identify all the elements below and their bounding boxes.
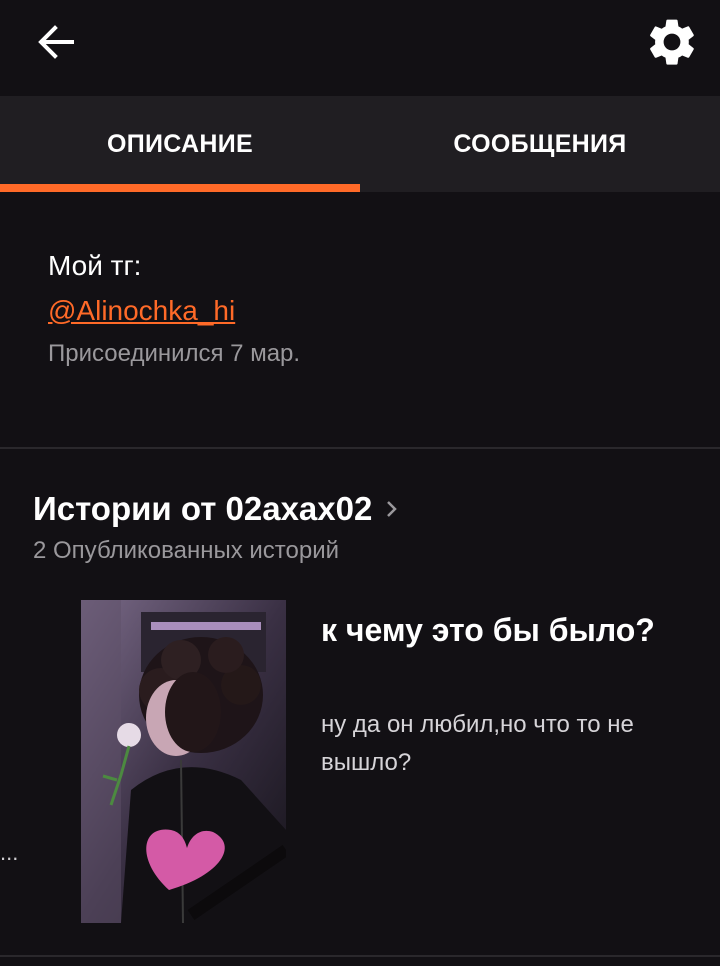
profile-page: ОПИСАНИЕ СООБЩЕНИЯ Мой тг: @Alinochka_hi… [0, 0, 720, 966]
bio-link[interactable]: @Alinochka_hi [48, 295, 235, 327]
tab-description[interactable]: ОПИСАНИЕ [0, 96, 360, 192]
bio-text: Мой тг: [48, 250, 142, 281]
story-title: к чему это бы было? [321, 612, 655, 648]
gear-icon [650, 19, 694, 65]
story-card[interactable]: ... к чему это бы было? ну да он любил,н… [0, 600, 720, 925]
about-section: Мой тг: @Alinochka_hi Присоединился 7 ма… [0, 192, 720, 447]
stories-count: 2 Опубликованных историй [33, 537, 340, 564]
chevron-right-icon [387, 501, 398, 517]
tab-bar: ОПИСАНИЕ СООБЩЕНИЯ [0, 96, 720, 192]
joined-date: Присоединился 7 мар. [48, 340, 301, 367]
previous-story-ellipsis: ... [0, 840, 19, 865]
arrow-left-icon [38, 25, 74, 59]
back-button[interactable] [30, 16, 82, 68]
bottom-divider [0, 955, 720, 957]
tab-messages[interactable]: СООБЩЕНИЯ [360, 96, 720, 192]
settings-button[interactable] [644, 14, 700, 70]
stories-header-link[interactable]: Истории от 02axax02 [33, 487, 400, 531]
active-tab-indicator [0, 184, 360, 192]
top-bar [0, 0, 720, 96]
story-description: ну да он любил,но что то не вышло? [321, 711, 634, 776]
stories-title: Истории от 02axax02 [33, 490, 373, 527]
section-divider [0, 447, 720, 449]
story-cover-image [81, 600, 286, 923]
